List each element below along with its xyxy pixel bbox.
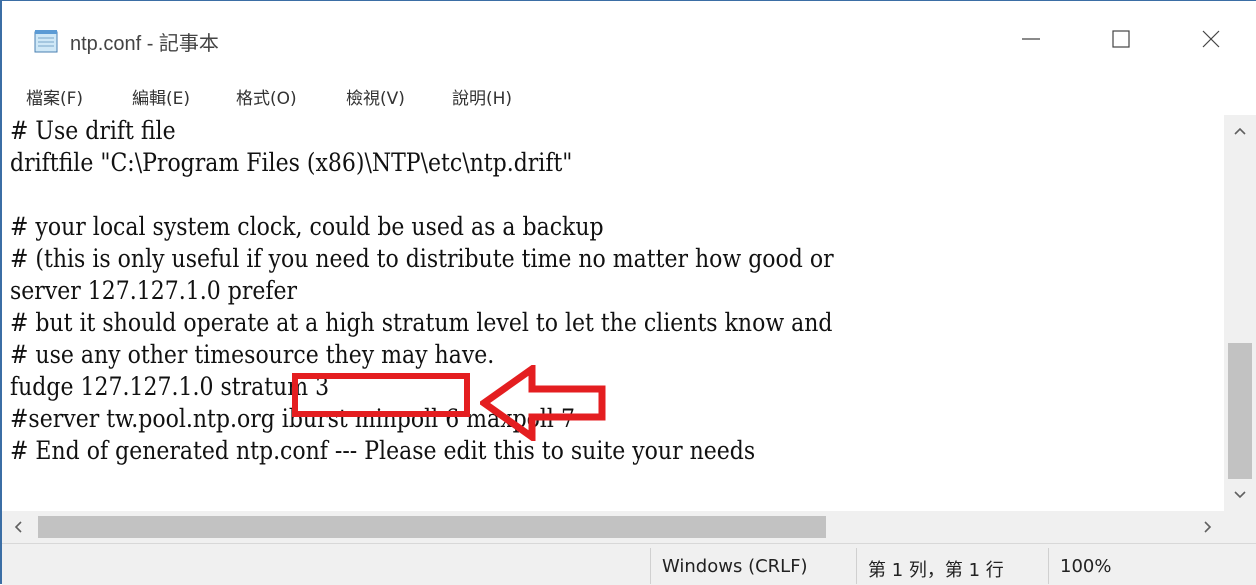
scroll-right-button[interactable]	[1192, 511, 1224, 543]
menu-edit[interactable]: 編輯(E)	[132, 84, 190, 109]
maximize-button[interactable]	[1082, 3, 1160, 75]
text-editor[interactable]: # Use drift file driftfile "C:\Program F…	[2, 115, 1224, 511]
scroll-down-button[interactable]	[1224, 479, 1256, 511]
title-bar[interactable]: ntp.conf - 記事本	[2, 1, 1256, 77]
window-title: ntp.conf - 記事本	[70, 33, 219, 55]
menu-bar: 檔案(F) 編輯(E) 格式(O) 檢視(V) 說明(H)	[2, 78, 1256, 114]
editor-line: # (this is only useful if you need to di…	[10, 244, 834, 273]
chevron-up-icon	[1234, 127, 1246, 135]
vertical-scroll-thumb[interactable]	[1228, 343, 1252, 479]
menu-file[interactable]: 檔案(F)	[26, 84, 83, 109]
editor-line: # End of generated ntp.conf --- Please e…	[10, 436, 756, 465]
editor-line: # use any other timesource they may have…	[10, 340, 495, 369]
menu-view[interactable]: 檢視(V)	[346, 84, 405, 109]
chevron-left-icon	[14, 521, 22, 533]
menu-help[interactable]: 說明(H)	[452, 84, 512, 109]
minimize-icon	[1022, 38, 1040, 40]
vertical-scrollbar[interactable]	[1224, 115, 1256, 511]
scrollbar-corner	[1224, 511, 1256, 543]
horizontal-scroll-thumb[interactable]	[38, 516, 826, 538]
editor-line: server 127.127.1.0 prefer	[10, 276, 298, 305]
editor-line: # but it should operate at a high stratu…	[10, 308, 833, 337]
cursor-position-status: 第 1 列，第 1 行	[868, 560, 1004, 581]
close-button[interactable]	[1172, 3, 1250, 75]
minimize-button[interactable]	[992, 3, 1070, 75]
status-divider	[856, 548, 857, 584]
editor-line: # your local system clock, could be used…	[10, 212, 604, 241]
status-divider	[1048, 548, 1049, 584]
notepad-icon	[34, 29, 60, 53]
chevron-right-icon	[1204, 521, 1212, 533]
chevron-down-icon	[1234, 491, 1246, 499]
notepad-window: ntp.conf - 記事本 檔案(F) 編輯(E) 格式(O) 檢視(V) 說…	[0, 0, 1256, 585]
annotation-arrow-icon	[480, 365, 606, 441]
status-divider	[650, 548, 651, 584]
close-icon	[1202, 30, 1220, 48]
line-ending-status: Windows (CRLF)	[662, 556, 808, 577]
horizontal-scrollbar[interactable]	[2, 511, 1224, 543]
zoom-status: 100%	[1060, 556, 1112, 577]
menu-format[interactable]: 格式(O)	[236, 84, 297, 109]
editor-line: fudge 127.127.1.0 stratum 3	[10, 372, 330, 401]
annotation-highlight-box	[292, 373, 470, 417]
editor-line: # Use drift file	[10, 116, 176, 145]
maximize-icon	[1112, 30, 1130, 48]
editor-line: driftfile "C:\Program Files (x86)\NTP\et…	[10, 148, 573, 177]
scroll-left-button[interactable]	[2, 511, 34, 543]
status-bar: Windows (CRLF) 第 1 列，第 1 行 100%	[2, 543, 1256, 585]
scroll-up-button[interactable]	[1224, 115, 1256, 147]
